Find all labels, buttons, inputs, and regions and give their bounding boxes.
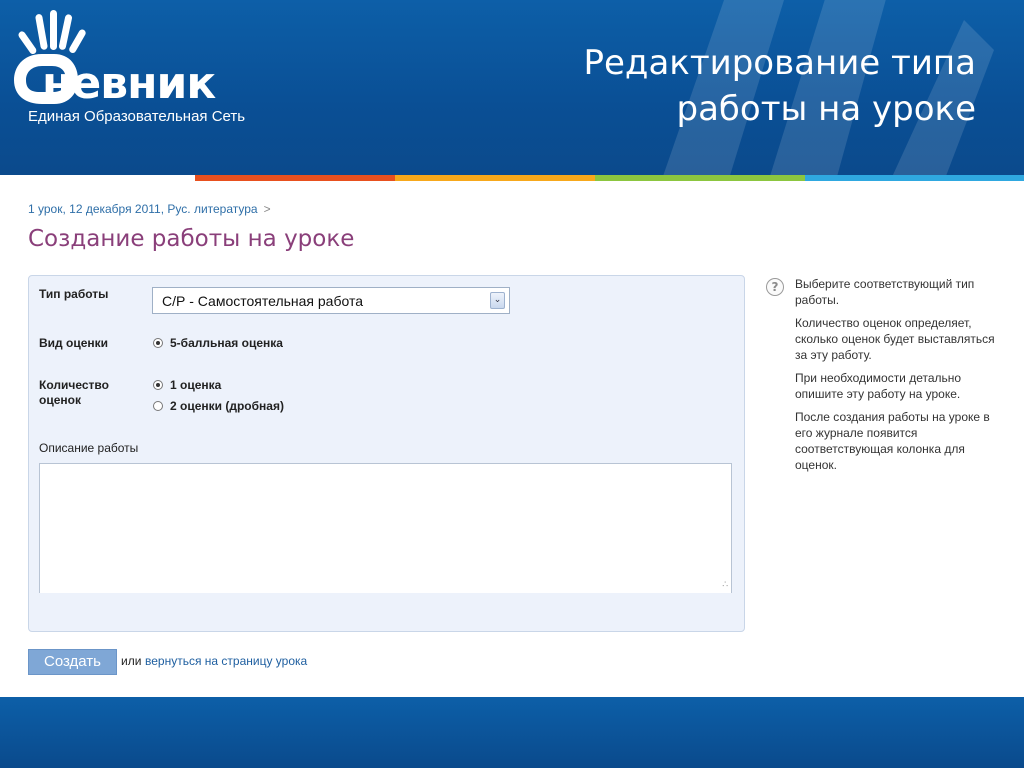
grade-kind-option-label: 5-балльная оценка: [170, 336, 283, 350]
footer-banner: [0, 697, 1024, 768]
header-banner: невник Единая Образовательная Сеть Редак…: [0, 0, 1024, 175]
create-button[interactable]: Создать: [28, 649, 117, 675]
breadcrumb: 1 урок, 12 декабря 2011, Рус. литература…: [28, 202, 271, 216]
resize-grip-icon[interactable]: ∴: [722, 581, 728, 590]
breadcrumb-separator: >: [263, 202, 271, 216]
radio-button-selected[interactable]: [153, 338, 163, 348]
work-type-value: С/Р - Самостоятельная работа: [162, 293, 364, 309]
breadcrumb-lesson-link[interactable]: 1 урок, 12 декабря 2011, Рус. литература: [28, 202, 258, 216]
help-paragraph: Количество оценок определяет, сколько оц…: [795, 316, 995, 362]
description-label: Описание работы: [39, 441, 139, 455]
radio-button-selected[interactable]: [153, 380, 163, 390]
logo-wordmark: невник: [42, 58, 216, 109]
form-title: Создание работы на уроке: [28, 226, 355, 252]
work-type-select[interactable]: С/Р - Самостоятельная работа ⌄: [152, 287, 510, 314]
back-to-lesson-link[interactable]: вернуться на страницу урока: [145, 654, 307, 668]
work-type-label: Тип работы: [39, 287, 109, 301]
grade-kind-label: Вид оценки: [39, 336, 109, 350]
color-stripe: [0, 175, 1024, 181]
grade-kind-radio[interactable]: 5-балльная оценка: [153, 336, 283, 350]
grade-count-option-label: 1 оценка: [170, 378, 222, 392]
slide-title: Редактирование типа работы на уроке: [583, 43, 976, 129]
chevron-down-icon[interactable]: ⌄: [490, 292, 505, 309]
description-textarea[interactable]: ∴: [39, 463, 732, 593]
question-icon: ?: [766, 278, 784, 296]
or-text: или: [121, 654, 142, 668]
grade-count-option-label: 2 оценки (дробная): [170, 399, 284, 413]
logo-tagline: Единая Образовательная Сеть: [28, 108, 246, 125]
grade-count-label: Количество оценок: [39, 378, 109, 407]
dnevnik-logo[interactable]: невник Единая Образовательная Сеть: [12, 10, 262, 130]
help-paragraph: После создания работы на уроке в его жур…: [795, 410, 990, 472]
help-paragraph: Выберите соответствующий тип работы.: [795, 277, 975, 307]
radio-button[interactable]: [153, 401, 163, 411]
grade-count-option-2[interactable]: 2 оценки (дробная): [153, 399, 284, 413]
grade-count-option-1[interactable]: 1 оценка: [153, 378, 221, 392]
work-form-panel: Тип работы С/Р - Самостоятельная работа …: [28, 275, 745, 632]
help-paragraph: При необходимости детально опишите эту р…: [795, 371, 962, 401]
help-panel: Выберите соответствующий тип работы. Кол…: [795, 276, 995, 480]
